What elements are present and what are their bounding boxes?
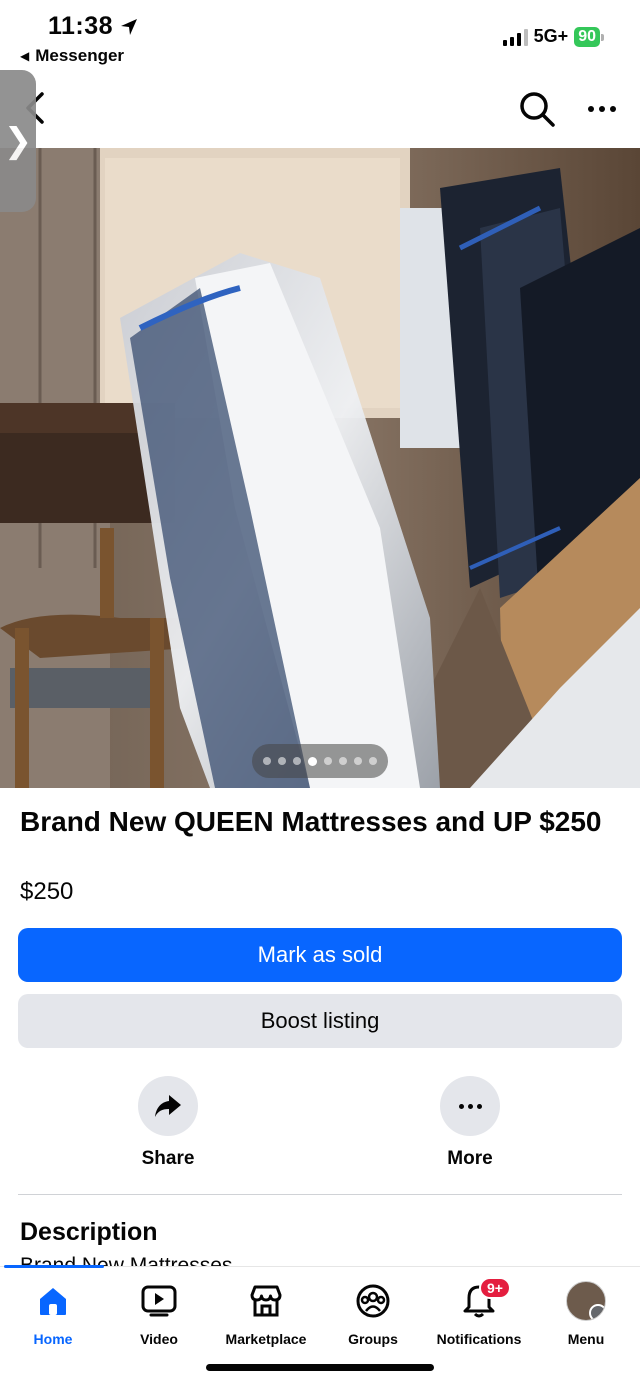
nav-marketplace[interactable]: Marketplace (213, 1281, 319, 1347)
photo-pagination[interactable] (252, 744, 388, 778)
network-type: 5G+ (533, 26, 569, 46)
share-icon (155, 1095, 181, 1117)
nav-groups-label: Groups (348, 1331, 398, 1347)
cellular-signal-icon (502, 28, 528, 46)
battery-indicator: 90 (574, 26, 604, 47)
nav-video-label: Video (140, 1331, 178, 1347)
home-indicator[interactable] (206, 1364, 434, 1371)
more-icon[interactable] (584, 94, 620, 124)
more-icon (458, 1103, 482, 1109)
share-label: Share (141, 1148, 195, 1169)
section-divider (18, 1194, 622, 1195)
clock-time: 11:38 (48, 12, 114, 40)
back-app-label: Messenger (35, 46, 125, 65)
status-bar: 11:38 ◀ Messenger 5G+ 90 (0, 0, 640, 72)
mattress-photo-image (0, 148, 640, 788)
nav-notifications-label: Notifications (436, 1331, 522, 1347)
back-to-app-link[interactable]: ◀ Messenger (20, 46, 124, 66)
more-button[interactable] (440, 1076, 500, 1136)
marketplace-icon (250, 1285, 282, 1317)
avatar (566, 1281, 606, 1321)
pagination-dot[interactable] (354, 757, 362, 765)
pagination-dot[interactable] (263, 757, 271, 765)
home-icon (40, 1288, 66, 1315)
listing-price: $250 (20, 878, 74, 905)
side-panel-handle[interactable]: ❯ (0, 70, 36, 212)
clock: 11:38 (48, 12, 139, 41)
listing-photo[interactable] (0, 148, 640, 788)
menu-icon (589, 1304, 605, 1320)
pagination-dot-active[interactable] (308, 756, 317, 766)
nav-groups[interactable]: Groups (320, 1281, 426, 1347)
listing-header (0, 72, 640, 148)
boost-listing-button[interactable]: Boost listing (18, 994, 622, 1048)
pagination-dot[interactable] (293, 757, 301, 765)
nav-notifications[interactable]: 9+ Notifications (426, 1277, 532, 1347)
video-icon (141, 1285, 177, 1317)
mark-as-sold-button[interactable]: Mark as sold (18, 928, 622, 982)
notifications-badge: 9+ (479, 1277, 511, 1299)
groups-icon (356, 1284, 390, 1318)
nav-home-label: Home (33, 1331, 73, 1347)
search-icon[interactable] (518, 90, 556, 128)
nav-video[interactable]: Video (106, 1281, 212, 1347)
pagination-dot[interactable] (324, 757, 332, 765)
location-arrow-icon (121, 18, 138, 35)
pagination-dot[interactable] (339, 757, 347, 765)
nav-marketplace-label: Marketplace (225, 1331, 307, 1347)
chevron-right-icon: ❯ (3, 122, 33, 160)
nav-menu[interactable]: Menu (533, 1281, 639, 1347)
more-label: More (447, 1148, 493, 1169)
active-tab-indicator (4, 1265, 104, 1268)
pagination-dot[interactable] (278, 757, 286, 765)
back-triangle-icon: ◀ (20, 49, 30, 63)
description-text: Brand New Mattresses (20, 1254, 233, 1266)
share-button[interactable] (138, 1076, 198, 1136)
listing-title: Brand New QUEEN Mattresses and UP $250 (20, 806, 602, 837)
pagination-dot[interactable] (369, 757, 377, 765)
share-action[interactable]: Share (108, 1076, 228, 1170)
nav-menu-label: Menu (567, 1331, 605, 1347)
more-action[interactable]: More (410, 1076, 530, 1170)
description-heading: Description (20, 1218, 158, 1246)
system-indicators: 5G+ 90 (502, 26, 604, 47)
nav-home[interactable]: Home (0, 1281, 106, 1347)
